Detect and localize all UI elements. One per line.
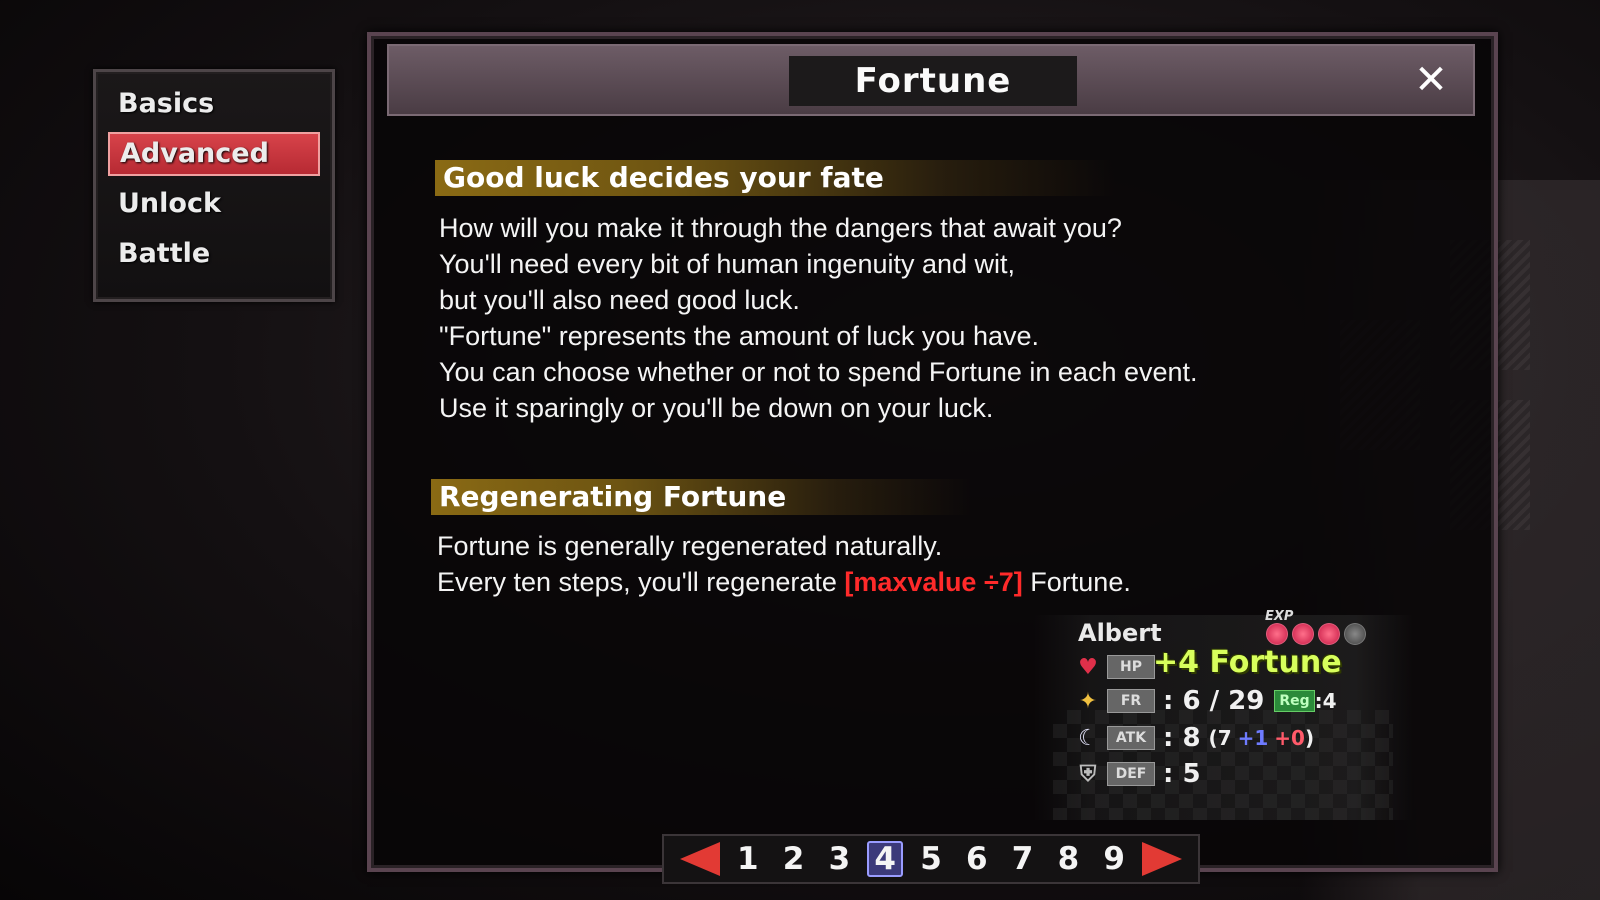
stat-row-hp: ♥ HP [1075, 651, 1163, 683]
character-name: Albert [1078, 619, 1162, 647]
formula-line: Every ten steps, you'll regenerate [maxv… [437, 564, 1131, 600]
atk-close: ) [1304, 726, 1315, 750]
shield-icon: ⛨ [1079, 761, 1097, 787]
stat-tag: DEF [1107, 762, 1155, 786]
page-navigator: 1 2 3 4 5 6 7 8 9 [662, 834, 1200, 884]
page-button[interactable]: 5 [913, 841, 949, 877]
section-heading-regen: Regenerating Fortune [431, 479, 971, 515]
star-icon: ✦ [1078, 688, 1098, 714]
menu-item-basics[interactable]: Basics [108, 82, 320, 126]
formula-highlight: [maxvalue ÷7] [844, 567, 1023, 597]
arrow-right-icon[interactable] [1141, 842, 1182, 876]
body-line: How will you make it through the dangers… [439, 213, 1122, 243]
fortune-gain-popup: +4 Fortune [1153, 645, 1342, 680]
character-stats-card: Albert EXP ♥ HP +4 Fortune ✦ FR : 6 / 29… [1033, 609, 1413, 820]
moon-icon: ☾ [1078, 725, 1098, 751]
body-line: You'll need every bit of human ingenuity… [439, 249, 1016, 279]
stat-value: : 5 [1163, 759, 1201, 789]
page-button[interactable]: 9 [1096, 841, 1132, 877]
exp-label: EXP [1265, 609, 1294, 624]
menu-item-unlock[interactable]: Unlock [108, 182, 320, 226]
formula-suffix: Fortune. [1022, 567, 1131, 597]
stat-tag: HP [1107, 655, 1155, 679]
exp-dots [1266, 623, 1366, 645]
stat-row-atk: ☾ ATK : 8 (7 +1 +0 ) [1075, 722, 1314, 754]
atk-base: (7 [1208, 726, 1232, 750]
section-heading-luck: Good luck decides your fate [435, 160, 1115, 196]
exp-dot [1292, 623, 1314, 645]
stat-tag: FR [1107, 689, 1155, 713]
atk-bonus-blue: +1 [1237, 726, 1269, 750]
page-button[interactable]: 3 [821, 841, 857, 877]
reg-value: :4 [1314, 689, 1337, 713]
stat-value: : 6 / 29 [1163, 686, 1265, 716]
stat-value: : 8 [1163, 723, 1201, 753]
title-bar: Fortune ✕ [387, 44, 1475, 116]
category-menu: Basics Advanced Unlock Battle [93, 69, 335, 302]
arrow-left-icon[interactable] [680, 842, 720, 876]
page-button[interactable]: 6 [959, 841, 995, 877]
stat-row-fr: ✦ FR : 6 / 29 Reg :4 [1075, 685, 1337, 717]
atk-bonus-red: +0 [1274, 726, 1305, 750]
exp-dot [1344, 623, 1366, 645]
panel-title: Fortune [789, 56, 1077, 106]
exp-dot [1318, 623, 1340, 645]
close-icon[interactable]: ✕ [1409, 58, 1453, 102]
exp-dot [1266, 623, 1288, 645]
menu-item-battle[interactable]: Battle [108, 232, 320, 276]
body-line: "Fortune" represents the amount of luck … [439, 321, 1039, 351]
body-line: Use it sparingly or you'll be down on yo… [439, 393, 994, 423]
menu-item-advanced[interactable]: Advanced [108, 132, 320, 176]
page-button[interactable]: 2 [776, 841, 812, 877]
stat-tag: ATK [1107, 726, 1155, 750]
reg-tag: Reg [1274, 690, 1315, 712]
page-button[interactable]: 1 [730, 841, 766, 877]
heart-icon: ♥ [1078, 654, 1098, 680]
body-line: You can choose whether or not to spend F… [439, 357, 1198, 387]
body-line: but you'll also need good luck. [439, 285, 800, 315]
formula-prefix: Every ten steps, you'll regenerate [437, 567, 845, 597]
section-body-luck: How will you make it through the dangers… [439, 210, 1198, 426]
body-line: Fortune is generally regenerated natural… [437, 531, 943, 561]
section-body-regen: Fortune is generally regenerated natural… [437, 528, 1131, 600]
stat-row-def: ⛨ DEF : 5 [1075, 758, 1201, 790]
page-button[interactable]: 8 [1050, 841, 1086, 877]
page-button[interactable]: 7 [1005, 841, 1041, 877]
page-button-current[interactable]: 4 [867, 841, 904, 877]
